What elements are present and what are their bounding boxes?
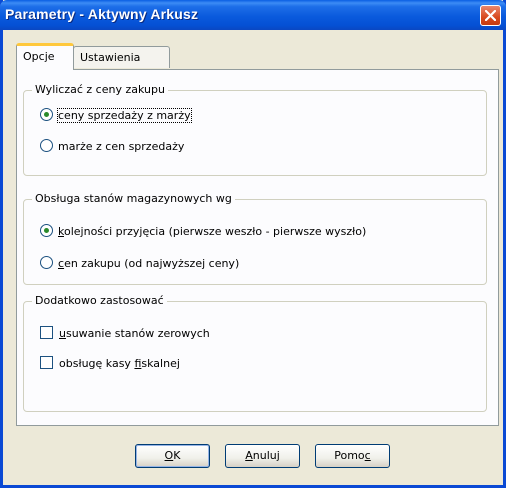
title-bar[interactable]: Parametry - Aktywny Arkusz [0, 0, 506, 30]
radio-label: marże z cen sprzedaży [58, 140, 185, 153]
help-button[interactable]: Pomoc [315, 444, 390, 468]
checkbox-label: iskalnej [141, 357, 180, 370]
close-button[interactable] [480, 5, 501, 26]
radio-label: ceny sprzedaży z marży [57, 108, 192, 123]
dialog-window: Parametry - Aktywny Arkusz Opcje Ustawie… [0, 0, 506, 488]
checkbox-fiscal-register[interactable]: obsługę kasy fiskalnej [40, 356, 180, 372]
checkbox-zero-stock-removal[interactable]: usuwanie stanów zerowych [40, 326, 210, 342]
radio-label: olejności przyjęcia (pierwsze weszło - p… [63, 225, 367, 238]
group-label: Dodatkowo zastosować [32, 294, 167, 307]
radio-button[interactable] [40, 256, 53, 269]
group-additional: Dodatkowo zastosować usuwanie stanów zer… [23, 294, 487, 412]
button-label: nuluj [252, 449, 280, 462]
button-label: K [173, 449, 181, 462]
group-price-calc: Wyliczać z ceny zakupu ceny sprzedaży z … [23, 83, 487, 176]
mnemonic: A [245, 449, 253, 462]
radio-label: en zakupu (od najwyższej ceny) [64, 257, 240, 270]
radio-button[interactable] [40, 108, 53, 121]
radio-sale-price-from-margin[interactable]: ceny sprzedaży z marży [40, 108, 192, 124]
tab-ustawienia[interactable]: Ustawienia [73, 46, 170, 68]
group-label: Wyliczać z ceny zakupu [32, 83, 168, 96]
tab-label: Opcje [23, 50, 55, 63]
radio-button[interactable] [40, 139, 53, 152]
mnemonic: u [59, 327, 66, 340]
mnemonic: O [164, 449, 174, 462]
radio-margin-from-sale-price[interactable]: marże z cen sprzedaży [40, 139, 184, 155]
checkbox[interactable] [40, 356, 53, 369]
button-label: Pomo [334, 449, 365, 462]
radio-button[interactable] [40, 224, 53, 237]
mnemonic: c [364, 449, 371, 462]
close-icon [485, 10, 496, 21]
checkbox-label: suwanie stanów zerowych [65, 327, 210, 340]
tab-opcje[interactable]: Opcje [16, 43, 74, 70]
group-stock-handling: Obsługa stanów magazynowych wg kolejnośc… [23, 192, 487, 285]
tab-label: Ustawienia [80, 51, 141, 64]
radio-fifo[interactable]: kolejności przyjęcia (pierwsze weszło - … [40, 224, 366, 240]
window-title: Parametry - Aktywny Arkusz [5, 6, 199, 22]
ok-button[interactable]: OK [135, 444, 210, 468]
checkbox[interactable] [40, 326, 53, 339]
radio-purchase-price[interactable]: cen zakupu (od najwyższej ceny) [40, 256, 239, 272]
cancel-button[interactable]: Anuluj [225, 444, 300, 468]
group-label: Obsługa stanów magazynowych wg [32, 192, 235, 205]
label-pre: obsługę kasy [59, 357, 135, 370]
